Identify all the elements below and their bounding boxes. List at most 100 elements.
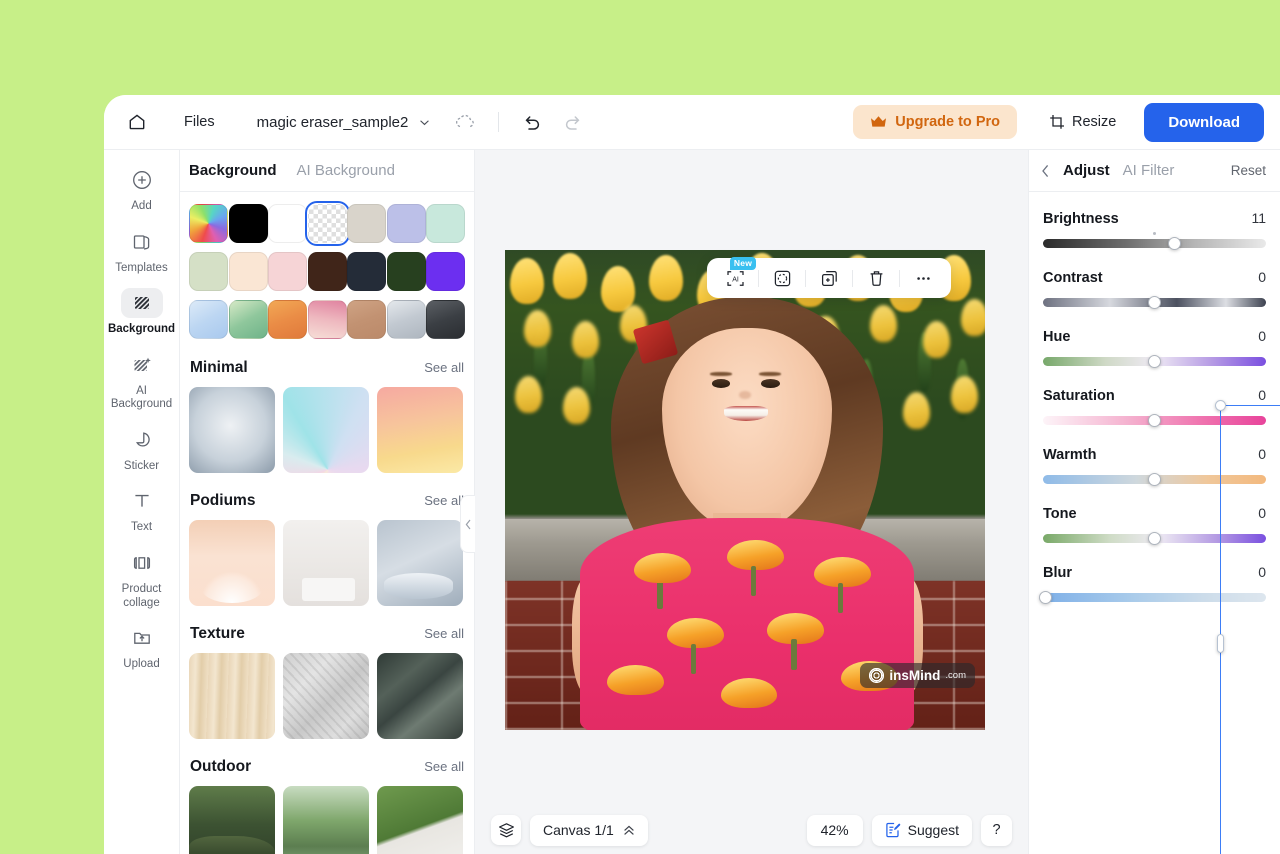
slider-knob[interactable] <box>1148 532 1161 545</box>
swatch-green-gradient[interactable] <box>228 300 268 339</box>
duplicate-button[interactable] <box>811 264 847 292</box>
slider-track[interactable] <box>1038 591 1266 604</box>
help-button[interactable]: ? <box>981 814 1012 846</box>
suggest-button[interactable]: Suggest <box>871 814 972 846</box>
tab-ai-background[interactable]: AI Background <box>297 162 395 179</box>
swatch-mint[interactable] <box>426 204 465 243</box>
slider-knob[interactable] <box>1038 591 1052 604</box>
swatch-orange-gradient[interactable] <box>268 300 307 339</box>
background-thumb[interactable] <box>377 520 463 606</box>
download-button[interactable]: Download <box>1144 102 1264 142</box>
document-name-dropdown[interactable]: magic eraser_sample2 <box>257 114 431 131</box>
slider-track[interactable] <box>1043 532 1266 545</box>
swatch-forest-green[interactable] <box>386 252 426 291</box>
canvas-page-selector[interactable]: Canvas 1/1 <box>530 814 648 846</box>
swatch-transparent[interactable] <box>304 201 350 246</box>
background-thumb[interactable] <box>283 653 369 739</box>
background-thumb[interactable] <box>283 387 369 473</box>
swatch-black[interactable] <box>228 204 268 243</box>
see-all-podiums[interactable]: See all <box>424 493 464 508</box>
slider-track[interactable] <box>1043 232 1266 250</box>
swatch-periwinkle[interactable] <box>386 204 426 243</box>
chevron-left-icon[interactable] <box>1041 164 1050 178</box>
cutout-button[interactable] <box>764 264 800 292</box>
upgrade-label: Upgrade to Pro <box>895 114 1000 130</box>
slider-knob[interactable] <box>1148 473 1161 486</box>
tab-background[interactable]: Background <box>189 162 277 179</box>
layers-icon <box>498 822 514 837</box>
ai-tool-button[interactable]: AI New <box>717 257 756 292</box>
background-thumb[interactable] <box>283 786 369 854</box>
undo-icon[interactable] <box>519 109 545 135</box>
slider-knob[interactable] <box>1148 355 1161 368</box>
swatch-pink-gradient[interactable] <box>307 300 347 339</box>
reset-button[interactable]: Reset <box>1231 163 1266 178</box>
left-tool-rail: Add Templates Background AI Background S… <box>104 150 180 854</box>
tab-adjust[interactable]: Adjust <box>1063 162 1110 179</box>
swatch-rainbow-picker[interactable] <box>189 204 228 243</box>
sidebar-item-upload[interactable]: Upload <box>109 616 175 676</box>
header-divider <box>498 112 500 132</box>
canvas-photo[interactable]: insMind .com <box>505 250 985 730</box>
crown-icon <box>871 116 887 127</box>
sidebar-item-text[interactable]: Text <box>109 479 175 539</box>
swatch-silver-gradient[interactable] <box>386 300 426 339</box>
section-title: Outdoor <box>190 758 252 775</box>
background-panel-scroll[interactable]: Minimal See all Podiums See all Texture … <box>180 192 474 854</box>
swatch-blush[interactable] <box>268 252 307 291</box>
see-all-minimal[interactable]: See all <box>424 360 464 375</box>
sidebar-item-background[interactable]: Background <box>108 281 175 341</box>
redo-icon[interactable] <box>559 109 585 135</box>
swatch-dark-brown[interactable] <box>307 252 347 291</box>
background-thumb[interactable] <box>377 387 463 473</box>
canvas-area[interactable]: AI New insMind .com Canvas 1/1 42% Sugge… <box>475 150 1280 854</box>
swatch-charcoal-gradient[interactable] <box>426 300 465 339</box>
tab-ai-filter[interactable]: AI Filter <box>1123 162 1175 179</box>
delete-button[interactable] <box>858 264 894 292</box>
trash-icon <box>870 270 882 286</box>
swatch-navy-charcoal[interactable] <box>347 252 386 291</box>
swatch-blue-gradient[interactable] <box>189 300 228 339</box>
swatch-violet[interactable] <box>426 252 465 291</box>
watermark-suffix: .com <box>945 670 966 681</box>
sidebar-item-sticker[interactable]: Sticker <box>109 418 175 478</box>
more-button[interactable] <box>905 264 941 292</box>
slider-track[interactable] <box>1043 355 1266 368</box>
slider-knob[interactable] <box>1148 414 1161 427</box>
background-thumb[interactable] <box>377 786 463 854</box>
slider-knob[interactable] <box>1168 237 1182 250</box>
see-all-texture[interactable]: See all <box>424 626 464 641</box>
slider-knob[interactable] <box>1148 296 1161 309</box>
section-header-texture: Texture See all <box>189 625 465 653</box>
slider-blur: Blur 0 <box>1038 564 1266 604</box>
sidebar-item-add[interactable]: Add <box>109 158 175 218</box>
chevron-up-double-icon <box>624 825 634 835</box>
sidebar-item-ai-background[interactable]: AI Background <box>109 343 175 416</box>
swatch-tan-gradient[interactable] <box>347 300 386 339</box>
upgrade-to-pro-button[interactable]: Upgrade to Pro <box>853 105 1017 139</box>
resize-button[interactable]: Resize <box>1039 106 1126 138</box>
swatch-beige[interactable] <box>347 204 386 243</box>
slider-track[interactable] <box>1043 414 1266 427</box>
files-menu[interactable]: Files <box>184 114 215 130</box>
panel-collapse-toggle[interactable] <box>460 495 475 553</box>
swatch-sage[interactable] <box>189 252 228 291</box>
background-thumb[interactable] <box>377 653 463 739</box>
slider-label: Hue <box>1043 329 1071 345</box>
layers-button[interactable] <box>491 815 521 845</box>
background-thumb[interactable] <box>189 520 275 606</box>
slider-track[interactable] <box>1043 473 1266 486</box>
home-icon[interactable] <box>122 107 152 137</box>
background-thumb[interactable] <box>189 786 275 854</box>
slider-brightness: Brightness 11 <box>1043 210 1266 250</box>
background-thumb[interactable] <box>189 387 275 473</box>
sidebar-item-product-collage[interactable]: Product collage <box>109 541 175 614</box>
see-all-outdoor[interactable]: See all <box>424 759 464 774</box>
background-thumb[interactable] <box>283 520 369 606</box>
swatch-cream[interactable] <box>228 252 268 291</box>
zoom-level[interactable]: 42% <box>806 814 863 846</box>
swatch-white[interactable] <box>268 204 307 243</box>
background-thumb[interactable] <box>189 653 275 739</box>
sidebar-item-templates[interactable]: Templates <box>109 220 175 280</box>
slider-track[interactable] <box>1043 296 1266 309</box>
